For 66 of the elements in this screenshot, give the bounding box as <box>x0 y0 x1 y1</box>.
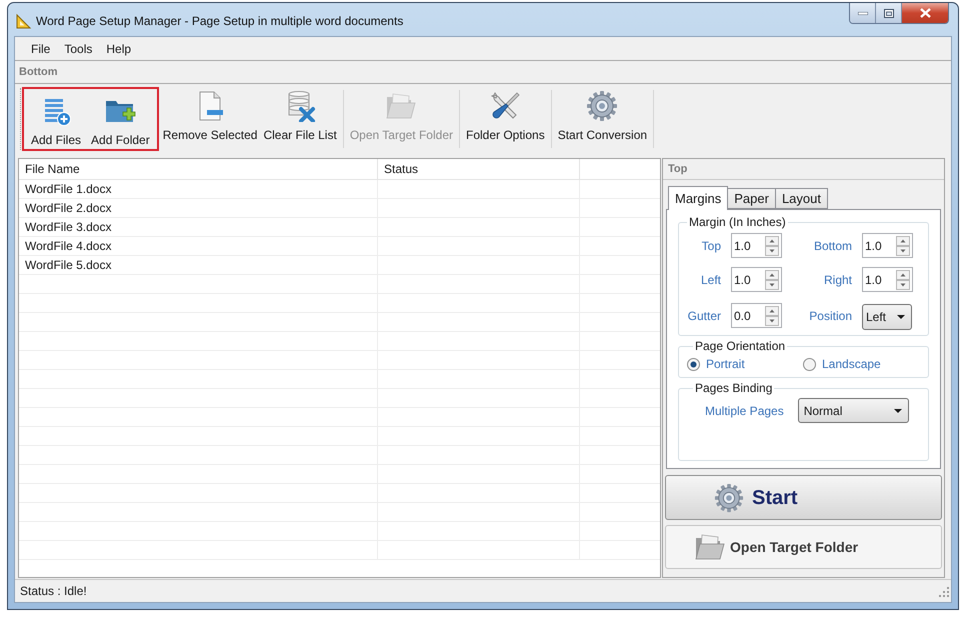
radio-option[interactable]: Landscape <box>803 355 881 373</box>
field-label: Gutter <box>688 308 721 324</box>
ruler-triangle-icon <box>16 12 32 28</box>
group-title: Pages Binding <box>694 380 774 397</box>
file-row[interactable]: WordFile 4.docx <box>19 237 660 256</box>
file-name-cell-text: WordFile 5.docx <box>25 257 112 274</box>
field-label: Left <box>700 272 721 288</box>
gear-icon <box>586 90 618 122</box>
spinner-arrows-icon[interactable] <box>765 270 779 290</box>
field-label: Position <box>809 308 852 324</box>
caret-down-icon <box>894 408 902 412</box>
minimize-button[interactable] <box>850 3 876 23</box>
toolbar-button[interactable]: Remove Selected <box>160 84 260 154</box>
file-row[interactable]: WordFile 3.docx <box>19 218 660 237</box>
field-label: Top <box>702 238 721 254</box>
position-dropdown[interactable]: Left <box>862 304 912 330</box>
number-field[interactable]: 1.0 <box>731 233 782 258</box>
number-field[interactable]: 1.0 <box>862 233 913 258</box>
file-row[interactable]: WordFile 5.docx <box>19 256 660 275</box>
column-header[interactable]: File Name <box>25 160 80 178</box>
field-label: Bottom <box>814 238 852 254</box>
toolbar-button[interactable]: Start Conversion <box>554 84 650 154</box>
toolbar-button[interactable]: Clear File List <box>260 84 340 154</box>
maximize-button[interactable] <box>876 3 902 23</box>
panel-title: Top <box>668 162 688 177</box>
spinner-arrows-icon[interactable] <box>765 236 779 256</box>
menu-item[interactable]: Help <box>99 40 138 58</box>
file-name-cell-text: WordFile 2.docx <box>25 200 112 217</box>
number-field[interactable]: 0.0 <box>731 303 782 328</box>
close-icon <box>920 8 930 18</box>
tab[interactable]: Layout <box>774 188 828 209</box>
file-row[interactable]: WordFile 2.docx <box>19 199 660 218</box>
number-field[interactable]: 1.0 <box>731 267 782 292</box>
spinner-arrows-icon[interactable] <box>896 236 910 256</box>
start-button[interactable]: Start <box>665 475 942 520</box>
close-button[interactable] <box>902 3 948 23</box>
size-grip-icon[interactable] <box>938 586 949 596</box>
file-name-cell-text: WordFile 4.docx <box>25 238 112 255</box>
group-title: Page Orientation <box>694 338 786 355</box>
window-title: Word Page Setup Manager - Page Setup in multiple word documents <box>36 12 404 30</box>
radio-option[interactable]: Portrait <box>687 355 803 373</box>
column-header[interactable]: Status <box>384 160 418 178</box>
tab[interactable]: Paper <box>727 188 776 209</box>
open-target-folder-button[interactable]: Open Target Folder <box>665 525 942 569</box>
restore-icon <box>884 8 894 18</box>
status-text: Status : Idle! <box>20 583 87 600</box>
tab[interactable]: Margins <box>668 186 728 210</box>
field-label: Multiple Pages <box>705 402 784 420</box>
minimize-icon <box>858 12 868 14</box>
file-name-cell-text: WordFile 1.docx <box>25 181 112 198</box>
file-name-cell-text: WordFile 3.docx <box>25 219 112 236</box>
toolbar-button[interactable]: Add Files <box>26 89 86 149</box>
spinner-arrows-icon[interactable] <box>765 306 779 326</box>
spinner-arrows-icon[interactable] <box>896 270 910 290</box>
number-field[interactable]: 1.0 <box>862 267 913 292</box>
toolbar-button[interactable]: Folder Options <box>462 84 548 154</box>
field-label: Right <box>824 272 852 288</box>
menu-item[interactable]: File <box>24 40 58 58</box>
gear-icon <box>714 482 744 512</box>
toolbar-button[interactable]: Add Folder <box>86 89 155 149</box>
group-title: Margin (In Inches) <box>688 214 787 231</box>
file-row[interactable]: WordFile 1.docx <box>19 180 660 199</box>
toolbar-title: Bottom <box>19 64 58 80</box>
binding-dropdown[interactable]: Normal <box>798 398 909 423</box>
menu-item[interactable]: Tools <box>57 40 100 58</box>
caret-down-icon <box>897 315 905 319</box>
